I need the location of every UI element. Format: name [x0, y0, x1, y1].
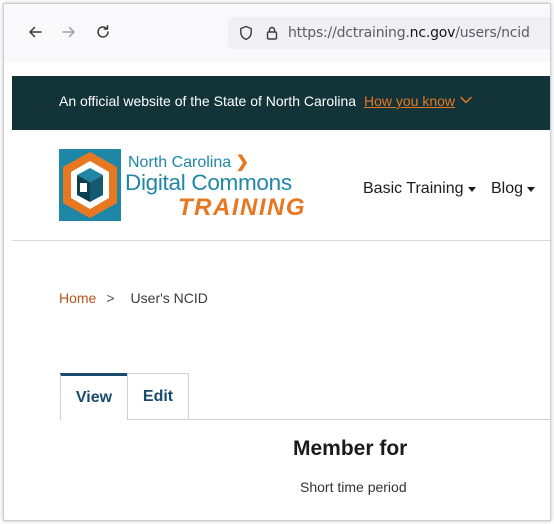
brand-north-carolina[interactable]: North Carolina ❯: [128, 152, 249, 172]
brand-digital-commons[interactable]: Digital Commons: [125, 170, 292, 196]
lock-icon[interactable]: [263, 24, 281, 42]
nav-basic-training-label: Basic Training: [363, 180, 464, 197]
tab-view[interactable]: View: [60, 373, 128, 420]
reload-button[interactable]: [89, 18, 117, 46]
caret-down-icon: [467, 187, 476, 192]
site-logo[interactable]: [59, 149, 121, 221]
official-site-text: An official website of the State of Nort…: [59, 93, 357, 109]
nav-blog[interactable]: Blog: [491, 180, 536, 198]
address-bar[interactable]: https://dctraining.nc.gov/users/ncid: [228, 17, 550, 49]
breadcrumb-home-link[interactable]: Home: [59, 290, 96, 306]
how-you-know-link[interactable]: How you know: [364, 93, 455, 109]
cube-logo-icon: [59, 149, 121, 221]
chevron-down-icon[interactable]: [460, 95, 472, 105]
breadcrumb: Home > User's NCID: [59, 290, 208, 306]
url-text[interactable]: https://dctraining.nc.gov/users/ncid: [288, 25, 530, 41]
breadcrumb-separator: >: [106, 290, 115, 306]
url-domain: nc.gov: [409, 25, 456, 41]
forward-arrow-icon: [62, 26, 75, 38]
nav-blog-label: Blog: [491, 180, 524, 197]
tabs-divider: [60, 419, 550, 420]
member-for-heading: Member for: [293, 437, 408, 460]
url-path: /users/ncid: [455, 25, 530, 41]
breadcrumb-current: User's NCID: [130, 290, 208, 306]
browser-toolbar: https://dctraining.nc.gov/users/ncid: [4, 4, 550, 62]
brand-line1: North Carolina: [128, 154, 232, 171]
url-subdomain: training.: [352, 25, 410, 41]
reload-icon: [97, 25, 109, 38]
brand-arrow-icon: ❯: [235, 154, 250, 171]
shield-icon[interactable]: [237, 24, 255, 42]
tab-edit[interactable]: Edit: [127, 373, 189, 419]
member-for-value: Short time period: [300, 479, 407, 495]
nav-basic-training[interactable]: Basic Training: [363, 180, 476, 198]
url-prefix: https://dc: [288, 25, 353, 41]
official-site-banner: An official website of the State of Nort…: [12, 76, 550, 130]
back-arrow-icon: [29, 26, 42, 38]
back-button[interactable]: [21, 18, 49, 46]
brand-training[interactable]: TRAINING: [178, 194, 306, 222]
forward-button[interactable]: [55, 18, 83, 46]
caret-down-icon: [527, 187, 536, 192]
site-header: North Carolina ❯ Digital Commons TRAININ…: [12, 130, 550, 241]
browser-window: https://dctraining.nc.gov/users/ncid An …: [3, 3, 551, 521]
